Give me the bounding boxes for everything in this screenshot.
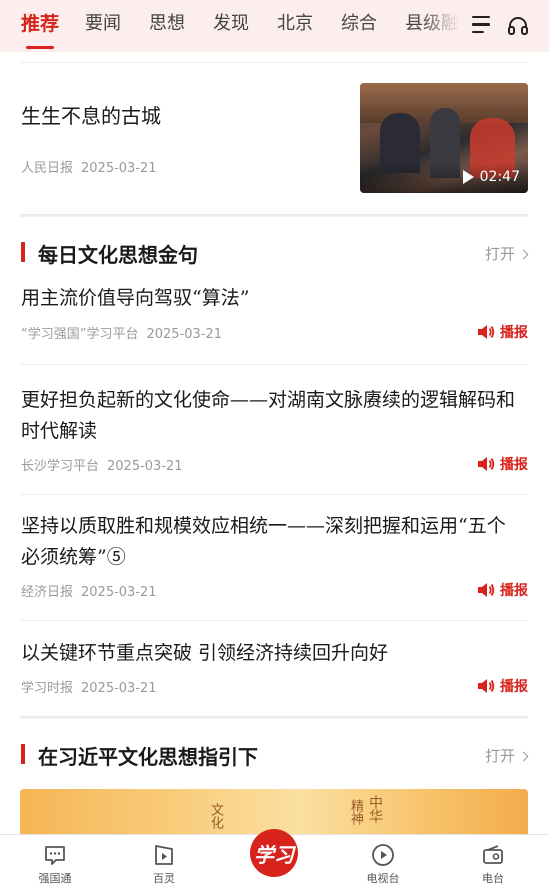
headset-icon[interactable]: [506, 14, 530, 38]
tab-beijing[interactable]: 北京: [277, 12, 313, 36]
play-icon: [462, 170, 474, 184]
featured-source: 人民日报: [21, 161, 74, 176]
divider: [20, 364, 528, 365]
tab-discover[interactable]: 发现: [213, 12, 249, 36]
section-marker: [21, 242, 25, 262]
chevron-right-icon: [518, 249, 529, 259]
chat-icon: [45, 846, 65, 865]
article-meta: 长沙学习平台 2025-03-21: [21, 459, 183, 474]
speaker-icon: [478, 457, 495, 471]
banner-text: 文化: [208, 803, 223, 829]
play-circle-icon: [372, 844, 394, 866]
section-marker: [21, 744, 25, 764]
divider: [20, 494, 528, 495]
article-title: 用主流价值导向驾驭“算法”: [21, 287, 250, 309]
broadcast-button[interactable]: 播报: [477, 454, 528, 474]
nav-bailing[interactable]: 百灵: [134, 843, 194, 886]
speaker-icon: [478, 583, 495, 597]
section-divider: [20, 716, 528, 719]
banner-text: 中华: [367, 795, 383, 823]
nav-tv[interactable]: 电视台: [353, 843, 413, 886]
channel-tabs: 推荐 要闻 思想 发现 北京 综合 县级融: [0, 0, 460, 52]
broadcast-button[interactable]: 播报: [477, 676, 528, 696]
xuexi-logo[interactable]: 学习: [250, 829, 298, 877]
featured-title: 生生不息的古城: [21, 104, 161, 128]
article-title: 更好担负起新的文化使命——对湖南文脉赓续的逻辑解码和时代解读: [21, 389, 516, 442]
featured-meta: 人民日报 2025-03-21: [21, 157, 157, 176]
featured-date: 2025-03-21: [81, 161, 157, 176]
broadcast-button[interactable]: 播报: [477, 580, 528, 600]
article-meta: “学习强国”学习平台 2025-03-21: [21, 327, 223, 342]
bottom-navigation: 强国通 百灵 学习 电视台 电台: [0, 829, 549, 891]
radio-icon: [483, 845, 503, 864]
article-title: 以关键环节重点突破 引领经济持续回升向好: [21, 642, 389, 664]
article-meta: 经济日报 2025-03-21: [21, 585, 157, 600]
tab-news[interactable]: 要闻: [85, 12, 121, 36]
tab-fade: [420, 0, 460, 52]
section-title-daily-quotes: 每日文化思想金句: [38, 243, 198, 267]
divider: [20, 62, 528, 63]
article-title: 坚持以质取胜和规模效应相统一——深刻把握和运用“五个必须统筹”⑤: [21, 515, 506, 568]
featured-video-thumbnail[interactable]: 02:47: [360, 83, 528, 193]
divider: [20, 620, 528, 621]
menu-icon[interactable]: [472, 16, 492, 36]
section1-open-link[interactable]: 打开: [485, 243, 529, 264]
section-title-culture-thought: 在习近平文化思想指引下: [38, 745, 258, 769]
article-meta: 学习时报 2025-03-21: [21, 681, 157, 696]
section-divider: [20, 214, 528, 217]
video-duration: 02:47: [462, 169, 520, 185]
tab-thought[interactable]: 思想: [149, 12, 185, 36]
chevron-right-icon: [518, 751, 529, 761]
video-icon: [155, 845, 173, 865]
active-tab-indicator: [26, 46, 54, 49]
nav-qiangguotong[interactable]: 强国通: [25, 843, 85, 886]
speaker-icon: [478, 325, 495, 339]
tab-recommend[interactable]: 推荐: [21, 12, 59, 36]
banner-text: 精神: [348, 799, 363, 825]
speaker-icon: [478, 679, 495, 693]
nav-radio[interactable]: 电台: [463, 843, 523, 886]
tab-general[interactable]: 综合: [341, 12, 377, 36]
broadcast-button[interactable]: 播报: [477, 322, 528, 342]
top-tab-bar: 推荐 要闻 思想 发现 北京 综合 县级融: [0, 0, 549, 52]
section2-open-link[interactable]: 打开: [485, 745, 529, 766]
